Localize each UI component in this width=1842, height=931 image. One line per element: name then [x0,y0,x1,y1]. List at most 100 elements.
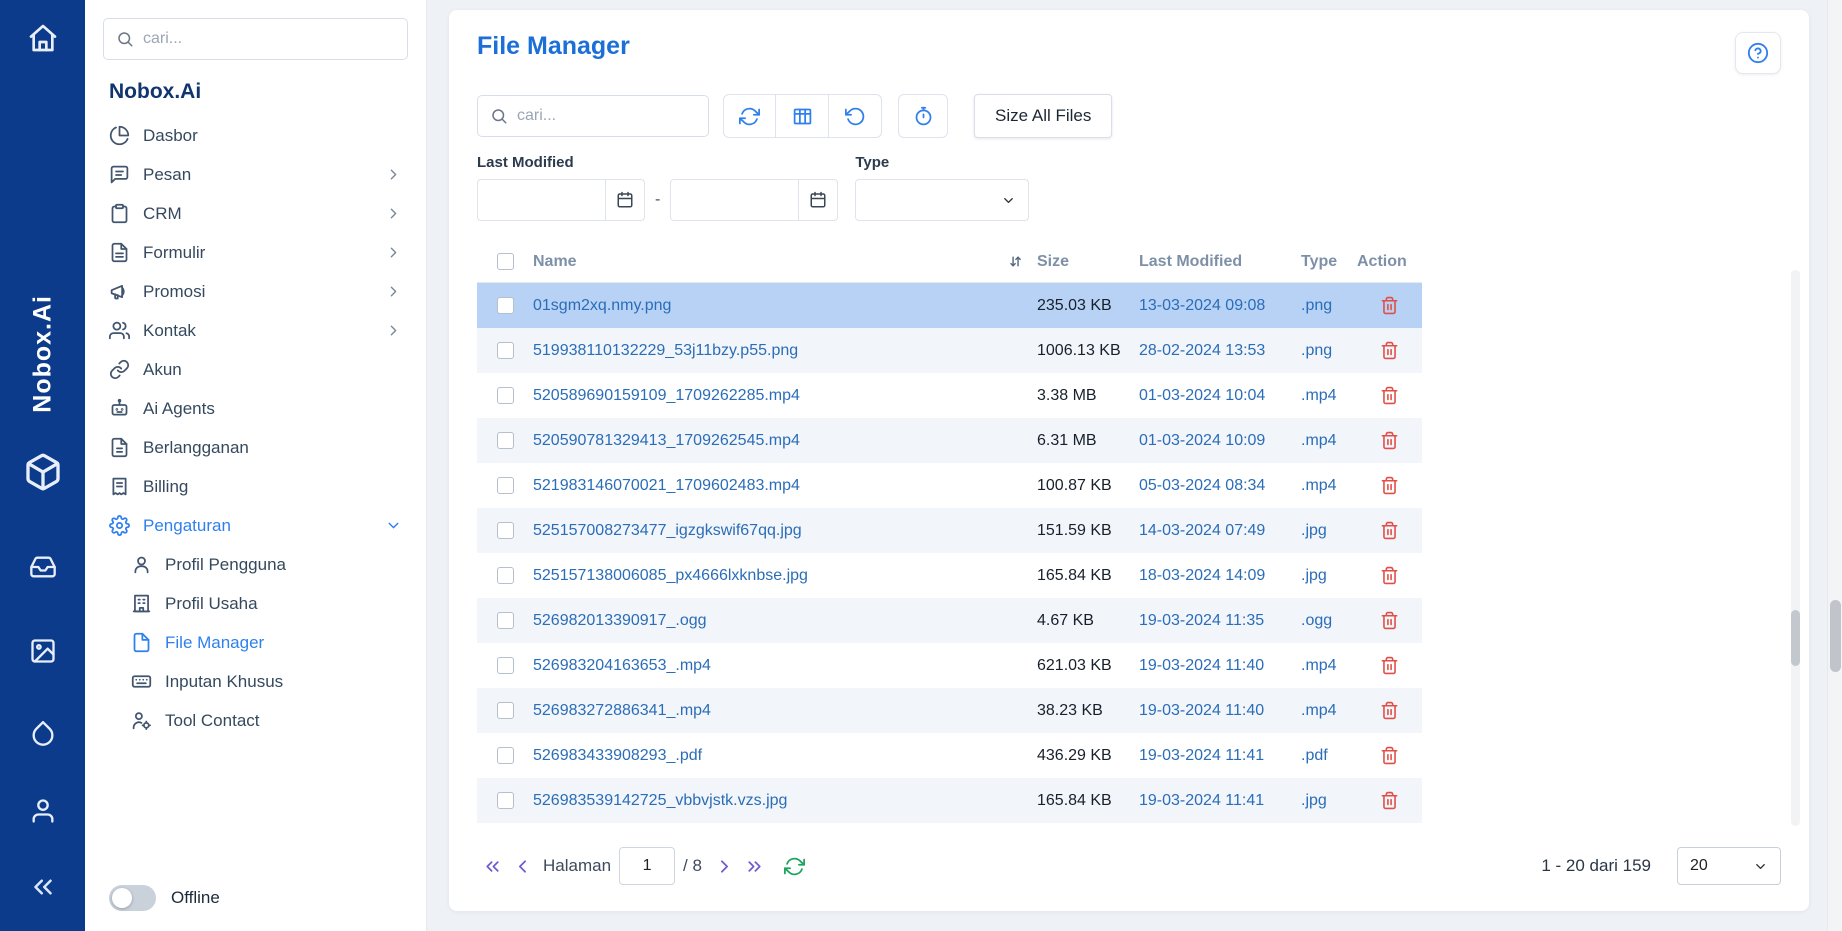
row-checkbox[interactable] [497,477,514,494]
column-header-name[interactable]: Name [533,253,577,271]
file-name-link[interactable]: 525157008273477_igzgkswif67qq.jpg [533,522,1037,540]
sidebar-item-pesan[interactable]: Pesan [103,155,408,194]
prev-page-button[interactable] [507,851,537,881]
sidebar-item-tool-contact[interactable]: Tool Contact [103,701,408,740]
row-checkbox[interactable] [497,702,514,719]
sidebar-item-billing[interactable]: Billing [103,467,408,506]
table-view-button[interactable] [776,94,829,138]
table-row[interactable]: 520589690159109_1709262285.mp4 3.38 MB 0… [477,373,1422,418]
trash-icon[interactable] [1380,791,1399,810]
last-page-button[interactable] [740,851,770,881]
sidebar-item-pengaturan[interactable]: Pengaturan [103,506,408,545]
row-checkbox[interactable] [497,432,514,449]
row-checkbox[interactable] [497,747,514,764]
sidebar-item-kontak[interactable]: Kontak [103,311,408,350]
sidebar-item-file-manager[interactable]: File Manager [103,623,408,662]
sidebar-item-berlangganan[interactable]: Berlangganan [103,428,408,467]
trash-icon[interactable] [1380,521,1399,540]
trash-icon[interactable] [1380,611,1399,630]
calendar-icon[interactable] [798,179,838,221]
row-checkbox[interactable] [497,342,514,359]
sidebar-item-profil-pengguna[interactable]: Profil Pengguna [103,545,408,584]
sidebar-item-dasbor[interactable]: Dasbor [103,116,408,155]
file-name-link[interactable]: 520589690159109_1709262285.mp4 [533,387,1037,405]
next-page-button[interactable] [710,851,740,881]
file-name-link[interactable]: 520590781329413_1709262545.mp4 [533,432,1037,450]
history-button[interactable] [898,94,948,138]
sidebar-item-inputan-khusus[interactable]: Inputan Khusus [103,662,408,701]
file-name-link[interactable]: 519938110132229_53j11bzy.p55.png [533,342,1037,360]
trash-icon[interactable] [1380,746,1399,765]
first-page-button[interactable] [477,851,507,881]
offline-toggle[interactable] [109,885,156,911]
collapse-sidebar-button[interactable] [28,872,58,907]
table-row[interactable]: 526983272886341_.mp4 38.23 KB 19-03-2024… [477,688,1422,733]
theme-button[interactable] [29,719,57,752]
row-checkbox[interactable] [497,567,514,584]
row-checkbox[interactable] [497,387,514,404]
file-name-link[interactable]: 521983146070021_1709602483.mp4 [533,477,1037,495]
trash-icon[interactable] [1380,476,1399,495]
scrollbar-thumb[interactable] [1791,610,1800,666]
help-button[interactable] [1735,32,1781,74]
file-name-link[interactable]: 525157138006085_px4666lxknbse.jpg [533,567,1037,585]
table-search-input[interactable] [517,107,696,125]
media-button[interactable] [29,637,57,670]
trash-icon[interactable] [1380,656,1399,675]
column-header-modified[interactable]: Last Modified [1139,253,1301,271]
column-header-type[interactable]: Type [1301,253,1357,271]
trash-icon[interactable] [1380,701,1399,720]
table-row[interactable]: 01sgm2xq.nmy.png 235.03 KB 13-03-2024 09… [477,283,1422,328]
trash-icon[interactable] [1380,431,1399,450]
trash-icon[interactable] [1380,341,1399,360]
reset-button[interactable] [829,94,882,138]
sidebar-item-ai-agents[interactable]: Ai Agents [103,389,408,428]
sidebar-search-input[interactable] [143,30,395,48]
sidebar-item-promosi[interactable]: Promosi [103,272,408,311]
row-checkbox[interactable] [497,657,514,674]
file-name-link[interactable]: 01sgm2xq.nmy.png [533,297,1037,315]
table-row[interactable]: 526983204163653_.mp4 621.03 KB 19-03-202… [477,643,1422,688]
file-name-link[interactable]: 526982013390917_.ogg [533,612,1037,630]
table-row[interactable]: 526983539142725_vbbvjstk.vzs.jpg 165.84 … [477,778,1422,823]
sidebar-item-akun[interactable]: Akun [103,350,408,389]
type-select[interactable] [855,179,1029,221]
sort-icon[interactable] [1006,253,1023,270]
file-name-link[interactable]: 526983272886341_.mp4 [533,702,1037,720]
inbox-button[interactable] [29,553,57,586]
page-number-input[interactable] [619,847,675,885]
table-row[interactable]: 521983146070021_1709602483.mp4 100.87 KB… [477,463,1422,508]
row-checkbox[interactable] [497,612,514,629]
table-row[interactable]: 526982013390917_.ogg 4.67 KB 19-03-2024 … [477,598,1422,643]
sidebar-item-formulir[interactable]: Formulir [103,233,408,272]
size-all-files-button[interactable]: Size All Files [974,94,1112,138]
column-header-size[interactable]: Size [1037,253,1139,271]
date-from-input[interactable] [477,179,605,221]
table-row[interactable]: 525157008273477_igzgkswif67qq.jpg 151.59… [477,508,1422,553]
sidebar-item-profil-usaha[interactable]: Profil Usaha [103,584,408,623]
trash-icon[interactable] [1380,566,1399,585]
calendar-icon[interactable] [605,179,645,221]
refresh-button[interactable] [723,94,776,138]
trash-icon[interactable] [1380,296,1399,315]
table-row[interactable]: 520590781329413_1709262545.mp4 6.31 MB 0… [477,418,1422,463]
sidebar-item-crm[interactable]: CRM [103,194,408,233]
window-scrollbar[interactable] [1827,0,1842,931]
table-row[interactable]: 519938110132229_53j11bzy.p55.png 1006.13… [477,328,1422,373]
table-scrollbar[interactable] [1791,270,1800,826]
row-checkbox[interactable] [497,297,514,314]
home-button[interactable] [27,22,59,59]
date-to-input[interactable] [670,179,798,221]
file-name-link[interactable]: 526983433908293_.pdf [533,747,1037,765]
row-checkbox[interactable] [497,522,514,539]
table-row[interactable]: 525157138006085_px4666lxknbse.jpg 165.84… [477,553,1422,598]
scrollbar-thumb[interactable] [1830,600,1841,672]
page-size-select[interactable]: 20 [1677,847,1781,885]
trash-icon[interactable] [1380,386,1399,405]
file-name-link[interactable]: 526983539142725_vbbvjstk.vzs.jpg [533,792,1037,810]
refresh-icon[interactable] [784,856,805,877]
file-name-link[interactable]: 526983204163653_.mp4 [533,657,1037,675]
select-all-checkbox[interactable] [497,253,514,270]
table-row[interactable]: 526983433908293_.pdf 436.29 KB 19-03-202… [477,733,1422,778]
profile-button[interactable] [29,797,57,830]
